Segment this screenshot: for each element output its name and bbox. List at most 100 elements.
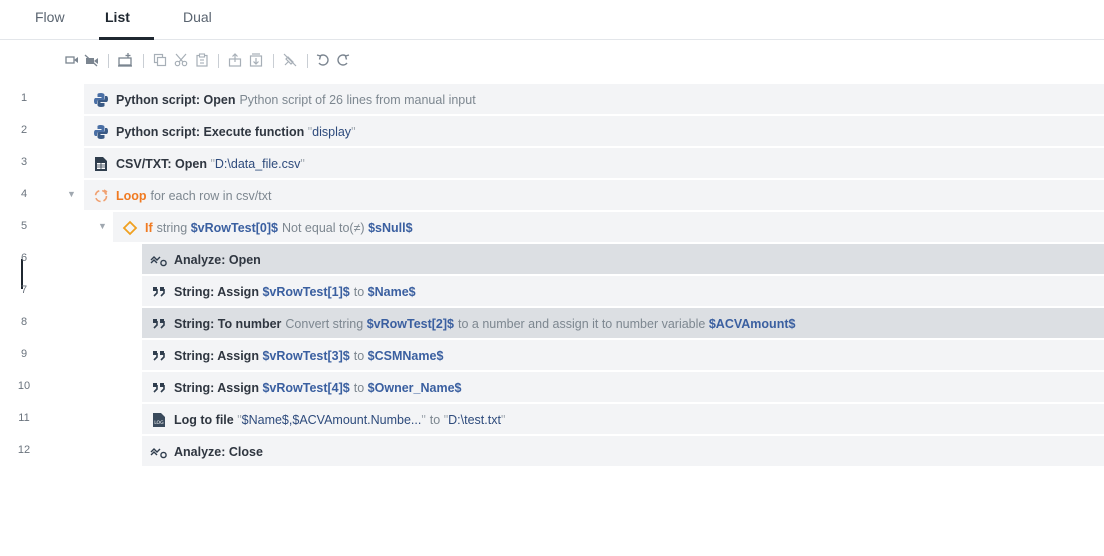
record-icon[interactable] — [63, 51, 81, 69]
action-title: String: Assign — [174, 381, 259, 395]
row-number: 8 — [20, 316, 28, 328]
action-toolbar — [0, 41, 1104, 82]
toolbar-divider — [108, 54, 109, 68]
cut-icon[interactable] — [172, 51, 190, 69]
row-number: 9 — [20, 348, 28, 360]
move-down-icon[interactable] — [247, 51, 265, 69]
log-file-icon: LOG — [150, 412, 168, 428]
tab-flow[interactable]: Flow — [35, 9, 65, 25]
action-title: CSV/TXT: Open — [116, 157, 207, 171]
paste-icon[interactable] — [193, 51, 211, 69]
connector-text: to — [353, 349, 365, 363]
toolbar-divider — [218, 54, 219, 68]
action-title: Python script: Open — [116, 93, 236, 107]
row-number: 12 — [17, 444, 31, 456]
toolbar-divider — [143, 54, 144, 68]
variable: $ACVAmount$ — [708, 317, 796, 331]
row-number: 5 — [20, 220, 28, 232]
collapse-icon[interactable]: ▼ — [67, 189, 76, 199]
action-description: Convert string — [285, 317, 364, 331]
tab-list[interactable]: List — [105, 9, 130, 25]
action-description: for each row in csv/txt — [150, 189, 272, 203]
copy-icon[interactable] — [151, 51, 169, 69]
action-title: Analyze: Open — [174, 253, 261, 267]
variable: $vRowTest[1]$ — [262, 285, 350, 299]
action-title: Loop — [116, 189, 147, 203]
action-row[interactable]: 8 String: To number Convert string $vRow… — [0, 307, 1104, 339]
variable: $Owner_Name$ — [367, 381, 462, 395]
variable: $vRowTest[2]$ — [366, 317, 454, 331]
row-number: 3 — [20, 156, 28, 168]
action-row-body[interactable]: String: To number Convert string $vRowTe… — [142, 307, 1104, 338]
row-number: 11 — [18, 412, 30, 424]
action-title: String: Assign — [174, 285, 259, 299]
action-title: String: To number — [174, 317, 282, 331]
row-number: 1 — [20, 92, 28, 104]
no-record-icon[interactable] — [82, 51, 100, 69]
action-row[interactable]: 2 Python script: Execute function " displ… — [0, 115, 1104, 147]
loop-icon — [92, 188, 110, 204]
action-row-body[interactable]: Python script: Execute function " display… — [84, 115, 1104, 146]
row-number: 10 — [17, 380, 31, 392]
action-row-body[interactable]: LOG Log to file " $Name$,$ACVAmount.Numbe… — [142, 403, 1104, 434]
toolbar-divider — [307, 54, 308, 68]
view-tabs: Flow List Dual — [0, 0, 1104, 40]
python-icon — [92, 92, 110, 108]
variable: $vRowTest[4]$ — [262, 381, 350, 395]
analyze-icon — [150, 252, 168, 268]
action-row-body[interactable]: CSV/TXT: Open " D:\data_file.csv " — [84, 147, 1104, 178]
row-number: 6 — [20, 252, 28, 264]
row-number: 2 — [20, 124, 28, 136]
action-row[interactable]: 4 ▼ Loop for each row in csv/txt — [0, 179, 1104, 211]
variable: $Name$ — [367, 285, 416, 299]
action-row[interactable]: 6 Analyze: Open — [0, 243, 1104, 275]
action-title: String: Assign — [174, 349, 259, 363]
action-title: Analyze: Close — [174, 445, 263, 459]
action-title: If — [145, 221, 153, 235]
connector-text: to — [353, 381, 365, 395]
variable: $vRowTest[0]$ — [190, 221, 278, 235]
disable-icon[interactable] — [281, 51, 299, 69]
action-description: Python script of 26 lines from manual in… — [239, 93, 476, 107]
connector-text: to — [429, 413, 441, 427]
connector-text: to — [353, 285, 365, 299]
variable: $sNull$ — [368, 221, 413, 235]
action-title: Log to file — [174, 413, 234, 427]
action-row[interactable]: 3 CSV/TXT: Open " D:\data_file.csv " — [0, 147, 1104, 179]
condition-text: string — [156, 221, 188, 235]
file-path: D:\data_file.csv — [214, 157, 301, 171]
action-row-body[interactable]: Python script: Open Python script of 26 … — [84, 83, 1104, 114]
tab-dual[interactable]: Dual — [183, 9, 212, 25]
string-icon — [150, 284, 168, 300]
action-row[interactable]: 11 LOG Log to file " $Name$,$ACVAmount.Nu… — [0, 403, 1104, 435]
action-row-body[interactable]: Analyze: Open — [142, 243, 1104, 274]
undo-icon[interactable] — [314, 51, 332, 69]
insert-action-icon[interactable] — [116, 51, 134, 69]
action-row[interactable]: 1 Python script: Open Python script of 2… — [0, 83, 1104, 115]
action-row[interactable]: 5 ▼ If string $vRowTest[0]$ Not equal to… — [0, 211, 1104, 243]
python-icon — [92, 124, 110, 140]
string-icon — [150, 316, 168, 332]
action-row-body[interactable]: String: Assign $vRowTest[4]$ to $Owner_N… — [142, 371, 1104, 402]
variable: $CSMName$ — [367, 349, 444, 363]
condition-icon — [121, 220, 139, 236]
action-row-body[interactable]: String: Assign $vRowTest[3]$ to $CSMName… — [142, 339, 1104, 370]
action-row-body[interactable]: Analyze: Close — [142, 435, 1104, 466]
action-row[interactable]: 10 String: Assign $vRowTest[4]$ to $Owne… — [0, 371, 1104, 403]
action-row-body[interactable]: String: Assign $vRowTest[1]$ to $Name$ — [142, 275, 1104, 306]
action-row[interactable]: 9 String: Assign $vRowTest[3]$ to $CSMNa… — [0, 339, 1104, 371]
redo-icon[interactable] — [334, 51, 352, 69]
svg-text:LOG: LOG — [154, 420, 164, 426]
action-row-body[interactable]: If string $vRowTest[0]$ Not equal to(≠) … — [113, 211, 1104, 242]
move-up-icon[interactable] — [226, 51, 244, 69]
action-row[interactable]: 7 String: Assign $vRowTest[1]$ to $Name$ — [0, 275, 1104, 307]
csv-file-icon — [92, 156, 110, 172]
string-icon — [150, 348, 168, 364]
log-message: $Name$,$ACVAmount.Numbe... — [241, 413, 422, 427]
action-row[interactable]: 12 Analyze: Close — [0, 435, 1104, 467]
collapse-icon[interactable]: ▼ — [98, 221, 107, 231]
row-number: 4 — [20, 188, 28, 200]
active-tab-indicator — [99, 37, 154, 40]
function-name: display — [312, 125, 352, 139]
action-row-body[interactable]: Loop for each row in csv/txt — [84, 179, 1104, 210]
